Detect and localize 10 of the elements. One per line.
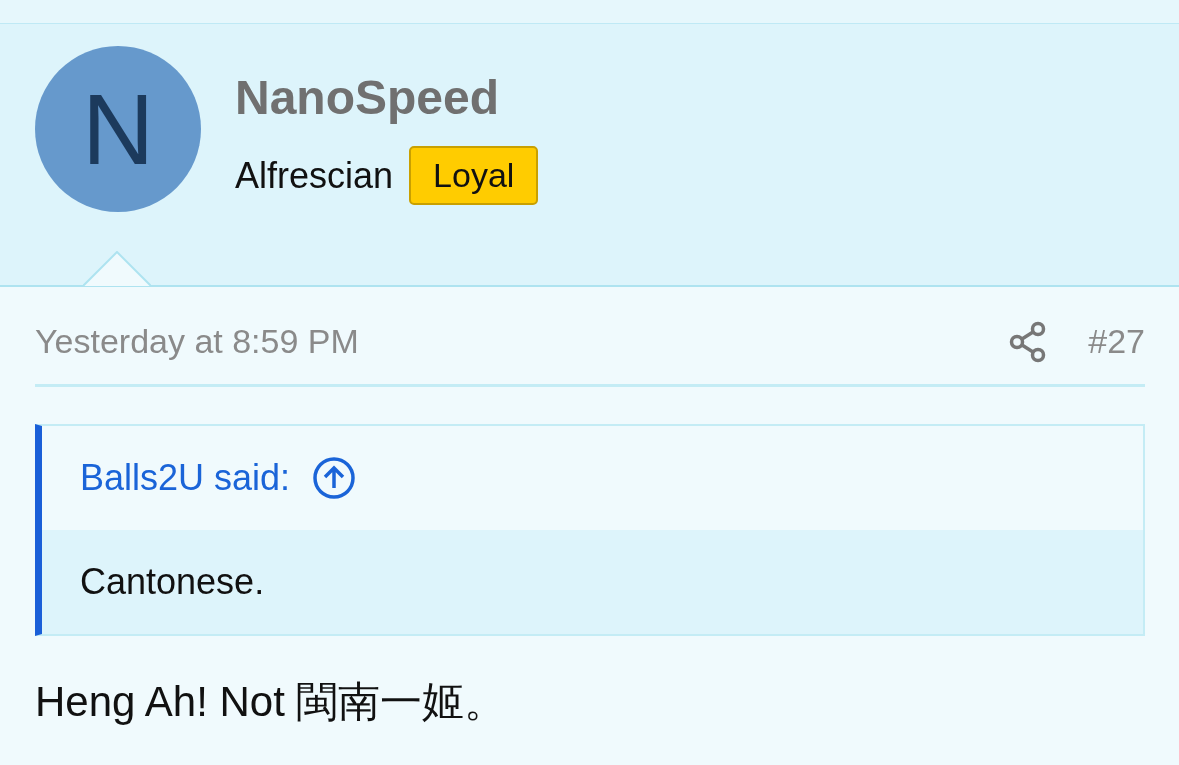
arrow-up-circle-icon[interactable] [312, 456, 357, 500]
user-badge: Loyal [409, 146, 539, 205]
post-date[interactable]: Yesterday at 8:59 PM [35, 322, 359, 361]
username[interactable]: NanoSpeed [235, 70, 539, 126]
post-number[interactable]: #27 [1088, 322, 1145, 361]
quote-author[interactable]: Balls2U said: [80, 457, 291, 499]
quote-text: Cantonese. [80, 561, 265, 603]
avatar[interactable]: N [35, 46, 201, 212]
user-title: Alfrescian [235, 154, 394, 197]
message-text: Heng Ah! Not 閩南一姬。 [35, 677, 508, 727]
